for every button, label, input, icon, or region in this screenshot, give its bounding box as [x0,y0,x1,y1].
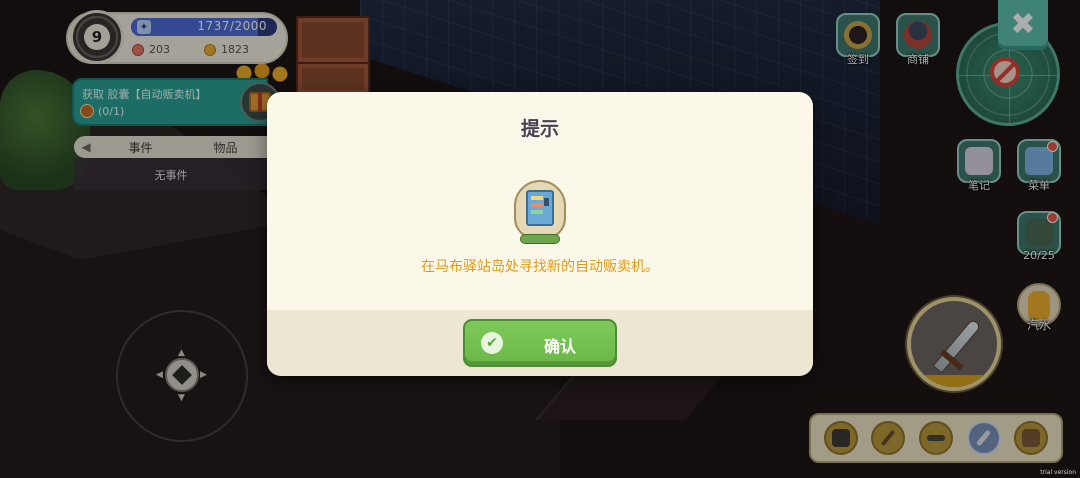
check-icon: ✔ [481,332,503,354]
confirm-label: 确认 [543,337,576,356]
icon-ribbon [520,234,560,244]
vending-machine-body [526,190,554,226]
watermark: trial version [1040,469,1076,476]
dialog-description: 在马布驿站岛处寻找新的自动贩卖机。 [421,259,659,275]
confirm-button[interactable]: ✔ 确认 [463,319,617,367]
dialog-title: 提示 [520,118,559,140]
vending-machine-icon [514,180,566,244]
hint-dialog: 提示 在马布驿站岛处寻找新的自动贩卖机。 ✔ 确认 [267,92,813,376]
